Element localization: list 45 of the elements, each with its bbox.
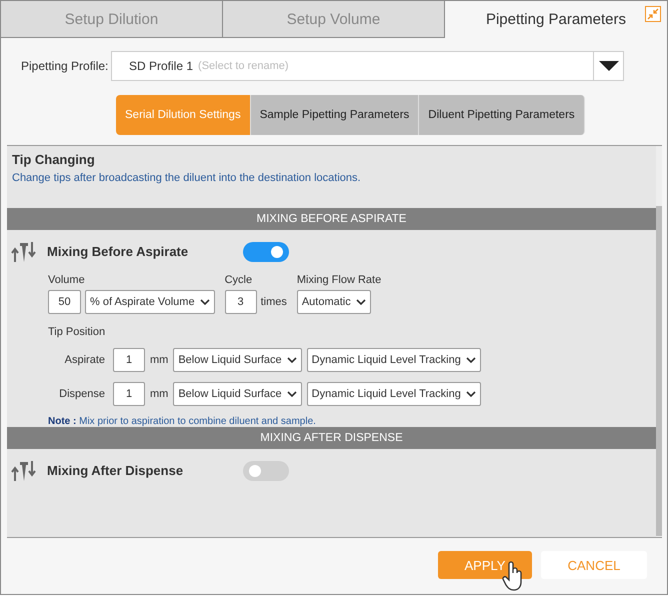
pipette-arrows-icon: [11, 460, 37, 482]
tracking-select[interactable]: Dynamic Liquid Level Tracking: [306, 348, 481, 372]
collapse-icon[interactable]: [645, 6, 661, 22]
reference-select[interactable]: Below Liquid Surface: [173, 382, 302, 406]
cycle-input[interactable]: 3: [224, 290, 257, 314]
reference-select[interactable]: Below Liquid Surface: [173, 348, 302, 372]
flow-rate-select[interactable]: Automatic: [296, 290, 371, 314]
pipette-arrows-icon: [11, 240, 37, 262]
profile-dropdown[interactable]: SD Profile 1 (Select to rename): [111, 51, 624, 81]
section-title: Mixing Before Aspirate: [47, 244, 190, 259]
mm-label: mm: [150, 354, 168, 366]
chevron-icon: [286, 357, 297, 363]
dropdown-arrow-icon[interactable]: [598, 61, 618, 71]
mm-label: mm: [150, 388, 168, 400]
section-header: MIXING AFTER DISPENSE: [7, 427, 656, 449]
scrollbar[interactable]: [656, 146, 662, 537]
rename-hint: (Select to rename): [198, 60, 290, 72]
chevron-icon: [466, 391, 476, 397]
profile-label: Pipetting Profile:: [21, 59, 110, 73]
chevron-icon: [286, 391, 297, 397]
volume-unit-select[interactable]: % of Aspirate Volume: [85, 290, 215, 314]
subtab[interactable]: Sample Pipetting Parameters: [250, 95, 420, 135]
section-title: Mixing After Dispense: [47, 463, 184, 478]
profile-name: SD Profile 1: [129, 59, 194, 73]
section-header: MIXING BEFORE ASPIRATE: [7, 208, 656, 230]
tip-position-label: Tip Position: [48, 326, 106, 338]
tip-changing-description: Change tips after broadcasting the diluent into the destination locations.: [12, 172, 362, 184]
tip-changing-title: Tip Changing: [12, 152, 96, 167]
position-input[interactable]: 1: [113, 348, 145, 372]
volume-input[interactable]: 50: [48, 290, 81, 314]
toggle-switch[interactable]: [243, 242, 289, 262]
position-input[interactable]: 1: [113, 382, 145, 406]
flow-rate-label: Mixing Flow Rate: [296, 274, 382, 286]
note-text: Note : Mix prior to aspiration to combine diluent and sample.: [48, 416, 317, 427]
times-label: times: [260, 296, 287, 308]
cycle-label: Cycle: [224, 274, 254, 286]
position-label: Dispense: [58, 388, 106, 400]
chevron-icon: [356, 299, 366, 305]
chevron-icon: [466, 357, 476, 363]
toggle-switch[interactable]: [243, 460, 289, 480]
position-label: Aspirate: [64, 354, 106, 366]
chevron-icon: [200, 299, 210, 305]
volume-label: Volume: [48, 274, 86, 286]
tracking-select[interactable]: Dynamic Liquid Level Tracking: [306, 382, 481, 406]
subtab[interactable]: Diluent Pipetting Parameters: [419, 95, 585, 135]
